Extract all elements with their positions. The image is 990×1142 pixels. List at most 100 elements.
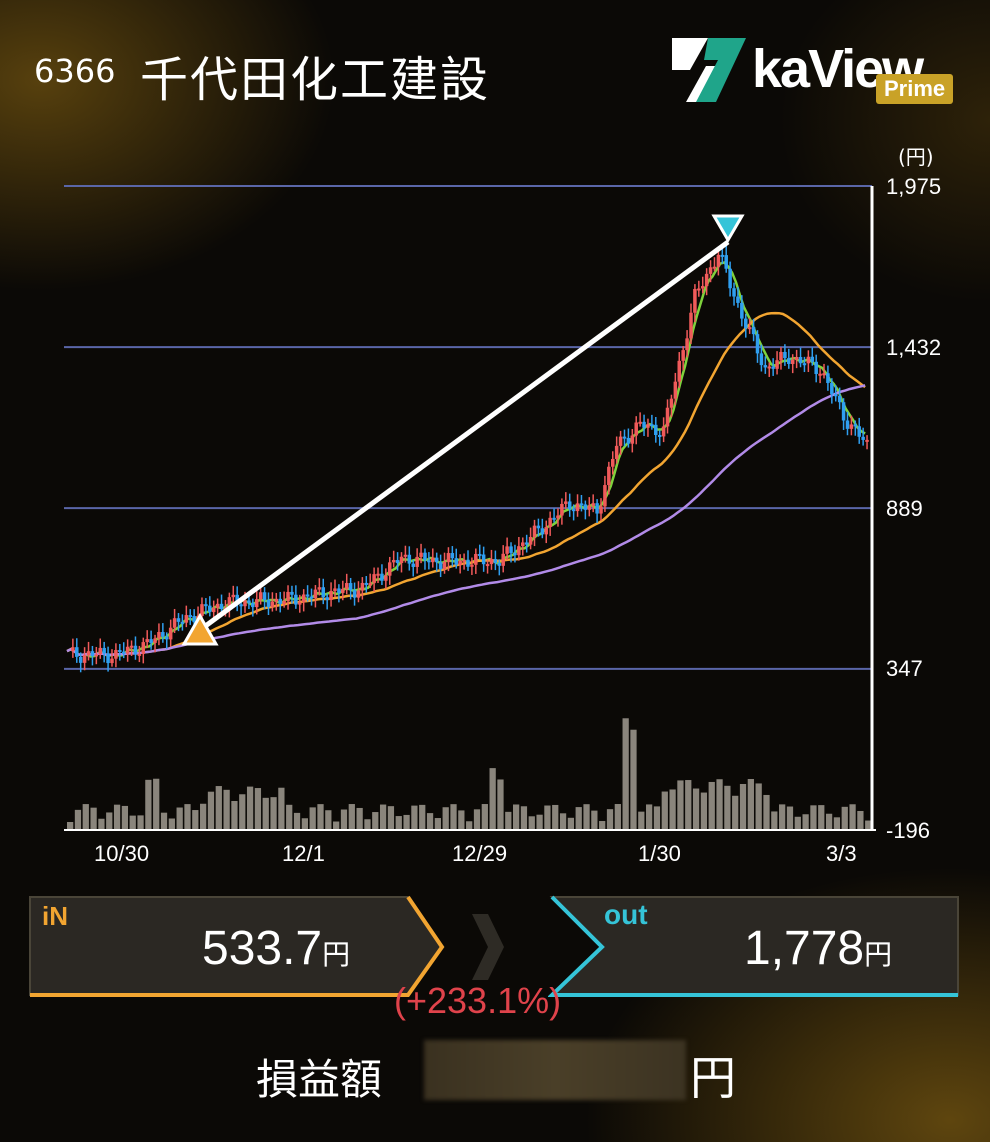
volume-bar (223, 789, 230, 830)
x-tick: 3/3 (826, 841, 857, 866)
return-percentage: (+233.1%) (394, 980, 562, 1021)
candle-body (118, 650, 122, 653)
candle-body (857, 426, 861, 437)
x-tick: 12/29 (452, 841, 507, 866)
candle-body (188, 615, 192, 618)
candle-body (759, 353, 764, 366)
candle-body (528, 536, 533, 545)
entry-price: 533.7円 (202, 922, 351, 975)
candle-body (215, 603, 220, 608)
candle-body (595, 503, 599, 514)
candle-body (626, 437, 631, 444)
candle-body (552, 517, 556, 520)
candle-body (442, 562, 447, 570)
candle-body (458, 560, 462, 565)
volume-bar (168, 818, 175, 830)
volume-bar (536, 814, 543, 830)
volume-bar (638, 811, 645, 830)
volume-bar (505, 811, 512, 830)
volume-bar (293, 812, 301, 830)
volume-bar (387, 806, 395, 830)
volume-bar (692, 788, 700, 830)
candle-body (372, 574, 376, 584)
candle-body (661, 426, 666, 437)
candle-body (86, 651, 91, 656)
candle-body (434, 557, 439, 563)
candle-body (826, 373, 830, 384)
candle-body (165, 636, 169, 640)
candle-body (501, 553, 505, 566)
logo-badge: Prime (876, 74, 954, 104)
volume-bar (356, 807, 363, 830)
candle-body (114, 650, 118, 659)
candle-body (161, 632, 165, 637)
volume-bar (372, 812, 379, 830)
candle-body (591, 503, 595, 506)
candle-body (798, 356, 803, 364)
candle-body (810, 356, 815, 362)
candle-body (697, 288, 701, 291)
volume-bar (458, 810, 465, 830)
candle-body (732, 288, 736, 297)
candle-body (599, 506, 603, 514)
candle-body (90, 651, 95, 657)
candle-body (724, 255, 728, 269)
candle-body (141, 642, 146, 654)
candle-body (610, 458, 615, 467)
volume-bar (270, 797, 277, 830)
candle-body (833, 394, 838, 397)
candle-body (740, 302, 744, 319)
candle-body (830, 383, 834, 395)
volume-bar (716, 779, 723, 830)
x-tick: 12/1 (282, 841, 325, 866)
trade-line (198, 239, 730, 633)
pnl-value-redacted (424, 1040, 686, 1100)
candle-body (571, 509, 576, 512)
candle-body (814, 361, 818, 374)
candle-body (630, 435, 635, 444)
candle-body (485, 564, 490, 567)
volume-bar (732, 795, 739, 830)
volume-bar (348, 804, 355, 830)
volume-bar (98, 818, 105, 830)
volume-bar (865, 820, 872, 830)
volume-bar (231, 800, 238, 830)
kaview-logo: kaView Prime (666, 30, 966, 110)
exit-price: 1,778円 (744, 922, 893, 975)
candle-body (505, 546, 509, 554)
volume-bar (841, 806, 848, 830)
candle-body (102, 647, 106, 654)
candle-body (262, 592, 267, 600)
candle-body (356, 590, 361, 598)
candle-body (747, 327, 752, 330)
volume-bar (278, 787, 285, 830)
exit-marker (711, 214, 745, 243)
candle-body (763, 365, 768, 368)
candle-body (783, 351, 787, 359)
candle-body (427, 560, 431, 563)
candle-body (728, 268, 732, 289)
candle-body (294, 594, 298, 605)
candle-body (446, 553, 451, 563)
candle-body (607, 466, 611, 486)
volume-bar (489, 768, 496, 830)
volume-bar (106, 812, 113, 830)
candle-body (184, 615, 189, 623)
candle-body (364, 582, 369, 585)
candle-body (556, 515, 560, 519)
candle-body (779, 351, 783, 361)
candle-body (251, 602, 255, 608)
candle-body (407, 554, 412, 564)
volume-bar (207, 791, 215, 830)
candle-body (462, 559, 466, 562)
candle-body (564, 501, 568, 504)
candle-body (560, 503, 564, 516)
y-tick: 889 (886, 496, 923, 521)
candle-body (110, 658, 114, 664)
volume-bar (153, 778, 160, 830)
volume-bar (583, 804, 590, 830)
volume-bar (544, 805, 551, 830)
candle-body (341, 588, 345, 593)
candle-body (231, 594, 236, 598)
candle-body (567, 501, 572, 510)
